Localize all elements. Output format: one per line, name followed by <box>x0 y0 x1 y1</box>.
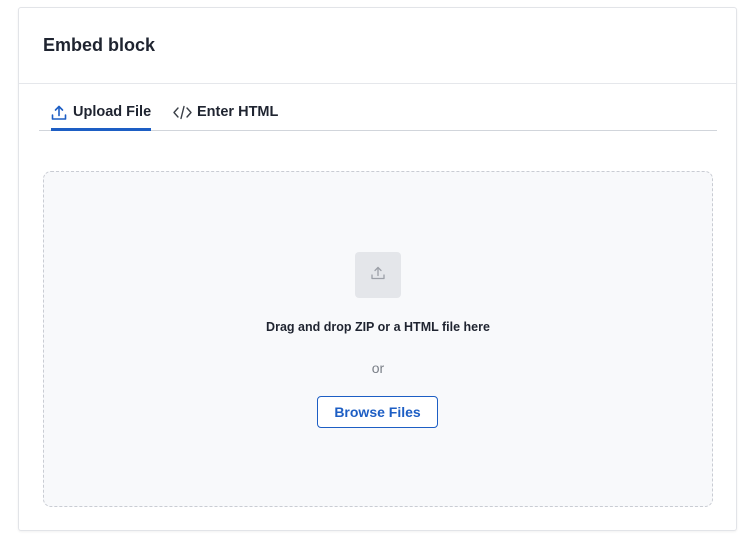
file-dropzone[interactable]: Drag and drop ZIP or a HTML file here or… <box>43 171 713 507</box>
tab-bar: Upload File Enter HTML <box>39 104 717 131</box>
tab-enter-html-label: Enter HTML <box>197 104 279 120</box>
dropzone-instruction: Drag and drop ZIP or a HTML file here <box>266 320 490 334</box>
or-separator: or <box>371 360 385 376</box>
card-title: Embed block <box>43 34 156 55</box>
tab-enter-html[interactable]: Enter HTML <box>173 104 278 130</box>
upload-icon-tile <box>355 252 401 298</box>
upload-icon <box>51 104 67 121</box>
code-icon <box>173 104 192 121</box>
card-header: Embed block <box>19 8 736 84</box>
tab-upload-file-label: Upload File <box>73 104 152 120</box>
upload-icon <box>370 265 386 286</box>
embed-block-card: Embed block Upload File Enter HTML Drag … <box>18 7 737 531</box>
tab-upload-file[interactable]: Upload File <box>51 104 152 131</box>
browse-files-button[interactable]: Browse Files <box>317 396 438 428</box>
